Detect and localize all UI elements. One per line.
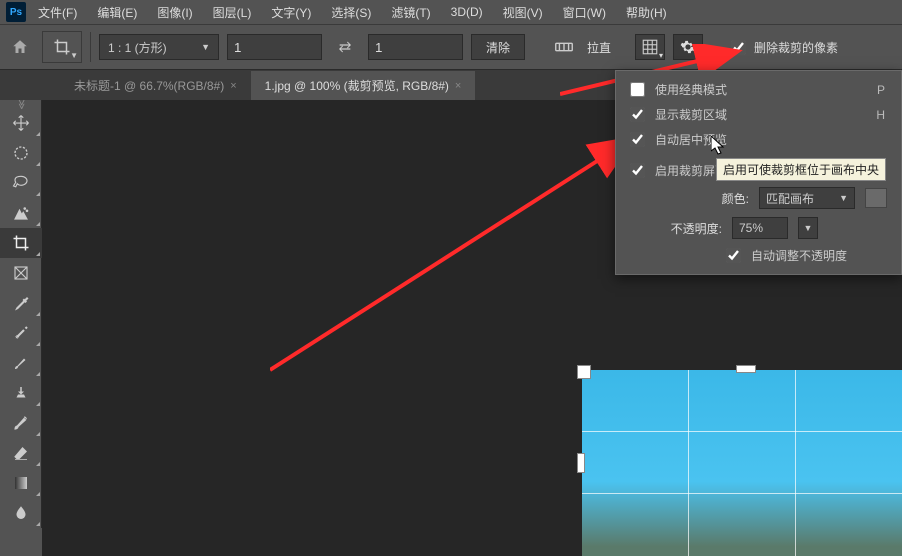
menubar: Ps 文件(F) 编辑(E) 图像(I) 图层(L) 文字(Y) 选择(S) 滤… xyxy=(0,0,902,25)
chevron-down-icon: ▼ xyxy=(839,193,848,203)
crop-height-input[interactable] xyxy=(368,34,463,60)
quick-select-tool[interactable] xyxy=(0,198,42,228)
tab-title: 未标题-1 @ 66.7%(RGB/8#) xyxy=(74,77,224,94)
color-swatch[interactable] xyxy=(865,188,887,208)
document-tab[interactable]: 1.jpg @ 100% (裁剪预览, RGB/8#) × xyxy=(251,71,476,100)
gradient-tool[interactable] xyxy=(0,468,42,498)
crop-width-input[interactable] xyxy=(227,34,322,60)
popup-item-auto-center[interactable]: 自动居中预览 xyxy=(616,127,901,152)
clone-stamp-tool[interactable] xyxy=(0,378,42,408)
menu-type[interactable]: 文字(Y) xyxy=(263,1,319,24)
color-label: 颜色: xyxy=(659,190,749,207)
crop-handle-topmid[interactable] xyxy=(736,365,756,373)
menu-edit[interactable]: 编辑(E) xyxy=(89,1,145,24)
ratio-label: 1 : 1 (方形) xyxy=(108,39,167,56)
healing-brush-tool[interactable] xyxy=(0,318,42,348)
close-icon[interactable]: × xyxy=(455,80,461,92)
app-logo: Ps xyxy=(6,2,26,22)
show-crop-checkbox[interactable] xyxy=(630,107,645,122)
popup-row-color: 颜色: 匹配画布 ▼ xyxy=(616,183,901,213)
document-tab[interactable]: 未标题-1 @ 66.7%(RGB/8#) × xyxy=(60,71,251,100)
crop-tool-preset-button[interactable]: ▼ xyxy=(42,31,82,63)
chevron-down-icon: ▾ xyxy=(697,51,701,60)
close-icon[interactable]: × xyxy=(230,80,236,92)
select-value: 匹配画布 xyxy=(766,190,814,207)
popup-item-auto-opacity[interactable]: 自动调整不透明度 xyxy=(616,243,901,268)
menu-window[interactable]: 窗口(W) xyxy=(555,1,614,24)
chevron-down-icon: ▼ xyxy=(804,223,813,233)
options-bar: ▼ 1 : 1 (方形) ▼ 清除 拉直 ▾ ▾ 删除裁剪的像素 xyxy=(0,25,902,70)
marquee-tool[interactable] xyxy=(0,138,42,168)
crop-handle-midleft[interactable] xyxy=(577,453,585,473)
menu-help[interactable]: 帮助(H) xyxy=(618,1,675,24)
opacity-label: 不透明度: xyxy=(650,220,722,237)
swap-dimensions-button[interactable] xyxy=(330,34,360,60)
select-value: 75% xyxy=(739,221,763,235)
separator xyxy=(90,32,91,62)
auto-opacity-checkbox[interactable] xyxy=(726,248,741,263)
popup-item-classic-mode[interactable]: 使用经典模式 P xyxy=(616,77,901,102)
history-brush-tool[interactable] xyxy=(0,408,42,438)
menu-view[interactable]: 视图(V) xyxy=(495,1,551,24)
chevron-down-icon: ▼ xyxy=(201,42,210,52)
opacity-dropdown-button[interactable]: ▼ xyxy=(798,217,818,239)
menu-layer[interactable]: 图层(L) xyxy=(205,1,260,24)
eraser-tool[interactable] xyxy=(0,438,42,468)
home-button[interactable] xyxy=(6,31,34,63)
crop-preview-image[interactable] xyxy=(582,370,902,556)
menu-file[interactable]: 文件(F) xyxy=(30,1,85,24)
crop-handle-topleft[interactable] xyxy=(577,365,591,379)
shield-color-select[interactable]: 匹配画布 ▼ xyxy=(759,187,855,209)
brush-tool[interactable] xyxy=(0,348,42,378)
popup-item-show-crop[interactable]: 显示裁剪区域 H xyxy=(616,102,901,127)
menu-3d[interactable]: 3D(D) xyxy=(443,2,491,22)
popup-label: 显示裁剪区域 xyxy=(655,106,727,123)
crop-options-gear-button[interactable]: ▾ xyxy=(673,34,703,60)
delete-cropped-label: 删除裁剪的像素 xyxy=(754,39,838,56)
lasso-tool[interactable] xyxy=(0,168,42,198)
tab-title: 1.jpg @ 100% (裁剪预览, RGB/8#) xyxy=(265,77,449,94)
popup-row-opacity: 不透明度: 75% ▼ xyxy=(616,213,901,243)
aspect-ratio-select[interactable]: 1 : 1 (方形) ▼ xyxy=(99,34,219,60)
hotkey: P xyxy=(877,83,885,97)
classic-mode-checkbox[interactable] xyxy=(630,82,645,97)
menu-filter[interactable]: 滤镜(T) xyxy=(383,1,438,24)
tooltip: 启用可使裁剪框位于画布中央 xyxy=(716,158,886,181)
straighten-button[interactable] xyxy=(549,34,579,60)
toolbox-grip[interactable] xyxy=(0,100,42,108)
eyedropper-tool[interactable] xyxy=(0,288,42,318)
crop-tool[interactable] xyxy=(0,228,42,258)
menu-image[interactable]: 图像(I) xyxy=(149,1,200,24)
clear-button[interactable]: 清除 xyxy=(471,34,525,60)
popup-label: 自动居中预览 xyxy=(655,131,727,148)
opacity-select[interactable]: 75% xyxy=(732,217,788,239)
chevron-down-icon: ▼ xyxy=(70,51,78,60)
move-tool[interactable] xyxy=(0,108,42,138)
blur-tool[interactable] xyxy=(0,498,42,528)
overlay-options-button[interactable]: ▾ xyxy=(635,34,665,60)
hotkey: H xyxy=(876,108,885,122)
delete-cropped-checkbox[interactable] xyxy=(731,40,746,55)
menu-select[interactable]: 选择(S) xyxy=(323,1,379,24)
popup-label: 自动调整不透明度 xyxy=(751,247,847,264)
frame-tool[interactable] xyxy=(0,258,42,288)
straighten-label: 拉直 xyxy=(587,39,611,56)
enable-shield-checkbox[interactable] xyxy=(630,163,645,178)
popup-label: 使用经典模式 xyxy=(655,81,727,98)
chevron-down-icon: ▾ xyxy=(659,51,663,60)
toolbox xyxy=(0,100,42,528)
crop-grid-overlay xyxy=(582,370,902,556)
auto-center-checkbox[interactable] xyxy=(630,132,645,147)
